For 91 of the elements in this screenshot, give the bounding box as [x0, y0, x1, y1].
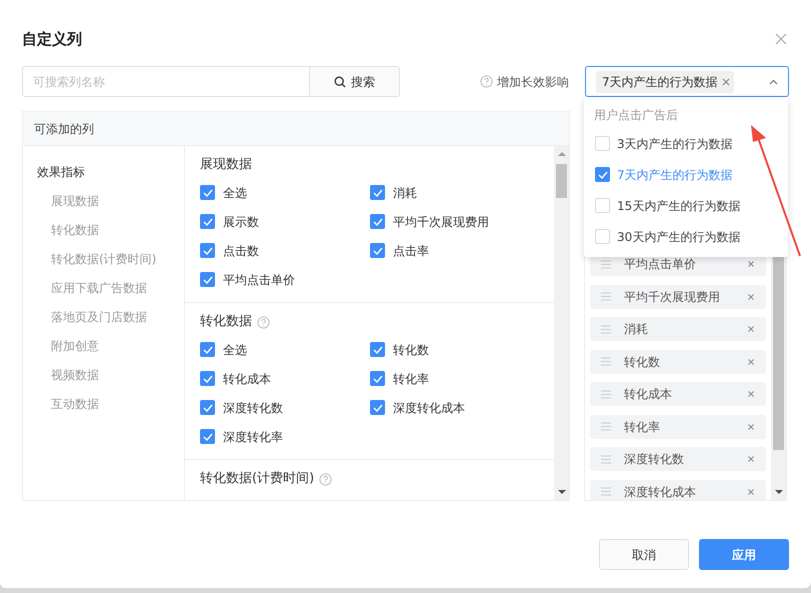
- remove-icon[interactable]: [748, 391, 754, 397]
- checkbox[interactable]: [370, 342, 385, 357]
- remove-icon[interactable]: [748, 261, 754, 267]
- dropdown-option[interactable]: 15天内产生的行为数据: [584, 190, 788, 221]
- checkbox[interactable]: [200, 371, 215, 386]
- check-icon: [598, 170, 608, 178]
- check-icon: [372, 404, 382, 412]
- checkbox-option[interactable]: 点击数: [200, 236, 370, 265]
- drag-handle-icon[interactable]: [601, 324, 611, 334]
- checkbox[interactable]: [370, 400, 385, 415]
- selected-column-item[interactable]: 转化成本: [590, 382, 766, 406]
- checkbox-option[interactable]: 全选: [200, 178, 370, 207]
- checkbox-option[interactable]: 转化率: [370, 364, 540, 393]
- remove-icon[interactable]: [748, 424, 754, 430]
- checkbox-option[interactable]: 平均千次展现费用: [370, 207, 540, 236]
- search-button[interactable]: 搜索: [310, 66, 400, 97]
- checkbox[interactable]: [200, 185, 215, 200]
- checkbox[interactable]: [200, 400, 215, 415]
- close-icon[interactable]: [722, 78, 730, 86]
- check-icon: [202, 404, 212, 412]
- checkbox[interactable]: [200, 243, 215, 258]
- checkbox[interactable]: [370, 371, 385, 386]
- section-title: 转化数据: [200, 313, 252, 332]
- search-icon: [334, 76, 346, 88]
- check-icon: [202, 188, 212, 196]
- cancel-button[interactable]: 取消: [599, 539, 689, 570]
- nav-group[interactable]: 效果指标: [37, 157, 184, 186]
- checkbox-option[interactable]: 展示数: [200, 207, 370, 236]
- dropdown-group-label: 用户点击广告后: [593, 107, 679, 124]
- checkbox[interactable]: [200, 342, 215, 357]
- help-icon: [257, 316, 270, 328]
- checkbox-option[interactable]: 消耗: [370, 178, 540, 207]
- checkbox-option[interactable]: 平均点击单价: [200, 265, 370, 294]
- check-icon: [202, 374, 212, 382]
- selected-column-item[interactable]: 深度转化成本: [590, 480, 766, 500]
- check-icon: [202, 246, 212, 254]
- checkbox[interactable]: [200, 214, 215, 229]
- select-field[interactable]: 7天内产生的行为数据: [585, 66, 789, 97]
- checkbox[interactable]: [200, 429, 215, 444]
- dropdown-option[interactable]: 3天内产生的行为数据: [584, 128, 788, 159]
- remove-icon[interactable]: [748, 326, 754, 332]
- help-icon: [319, 472, 332, 486]
- scrollbar[interactable]: [554, 146, 569, 500]
- long-effect-label: 增加长效影响: [497, 74, 569, 90]
- checkbox[interactable]: [595, 167, 610, 182]
- drag-handle-icon[interactable]: [601, 292, 611, 301]
- section-title: 展现数据: [200, 156, 252, 174]
- help-icon: [480, 75, 493, 88]
- section-title: 转化数据(计费时间): [200, 470, 314, 488]
- check-icon: [372, 346, 382, 354]
- drag-handle-icon[interactable]: [601, 487, 611, 496]
- drag-handle-icon[interactable]: [601, 390, 611, 398]
- checkbox-option[interactable]: 深度转化数: [200, 393, 370, 422]
- checkbox-option[interactable]: 深度转化成本: [370, 393, 540, 422]
- drag-handle-icon[interactable]: [601, 260, 611, 268]
- selected-column-item[interactable]: 转化数: [590, 350, 766, 374]
- check-icon: [372, 218, 382, 226]
- checkbox[interactable]: [370, 243, 385, 258]
- drag-handle-icon[interactable]: [601, 357, 611, 366]
- check-icon: [202, 432, 212, 440]
- drag-handle-icon[interactable]: [601, 454, 611, 464]
- selected-column-item[interactable]: 转化率: [590, 414, 766, 438]
- remove-icon[interactable]: [748, 488, 754, 494]
- remove-icon[interactable]: [748, 294, 754, 300]
- check-icon: [202, 218, 212, 226]
- check-icon: [202, 346, 212, 354]
- checkbox[interactable]: [370, 185, 385, 200]
- selected-column-item[interactable]: 深度转化数: [590, 447, 766, 471]
- checkbox-option[interactable]: 深度转化率: [200, 422, 370, 451]
- checkbox[interactable]: [200, 272, 215, 287]
- checkbox-option[interactable]: 转化成本: [200, 364, 370, 393]
- remove-icon[interactable]: [748, 358, 754, 364]
- checkbox[interactable]: [370, 214, 385, 229]
- remove-icon[interactable]: [748, 456, 754, 462]
- drag-handle-icon[interactable]: [601, 422, 611, 431]
- panel-header: 可添加的列: [23, 112, 569, 146]
- checkbox-option[interactable]: 点击率: [370, 236, 540, 265]
- selected-column-item[interactable]: 平均千次展现费用: [590, 284, 766, 308]
- dropdown-option[interactable]: 30天内产生的行为数据: [584, 221, 788, 252]
- selected-column-item[interactable]: 消耗: [590, 317, 766, 341]
- checkbox-option[interactable]: 全选: [200, 335, 370, 364]
- tag: 7天内产生的行为数据: [596, 70, 734, 92]
- caret-icon: [769, 78, 778, 84]
- close-icon[interactable]: [775, 33, 787, 45]
- dialog-title: 自定义列: [22, 28, 82, 50]
- checkbox-option[interactable]: 转化数: [370, 335, 540, 364]
- check-icon: [202, 276, 212, 284]
- search-field[interactable]: 可搜索列名称: [22, 66, 310, 97]
- check-icon: [372, 374, 382, 382]
- check-icon: [372, 188, 382, 196]
- check-icon: [372, 246, 382, 254]
